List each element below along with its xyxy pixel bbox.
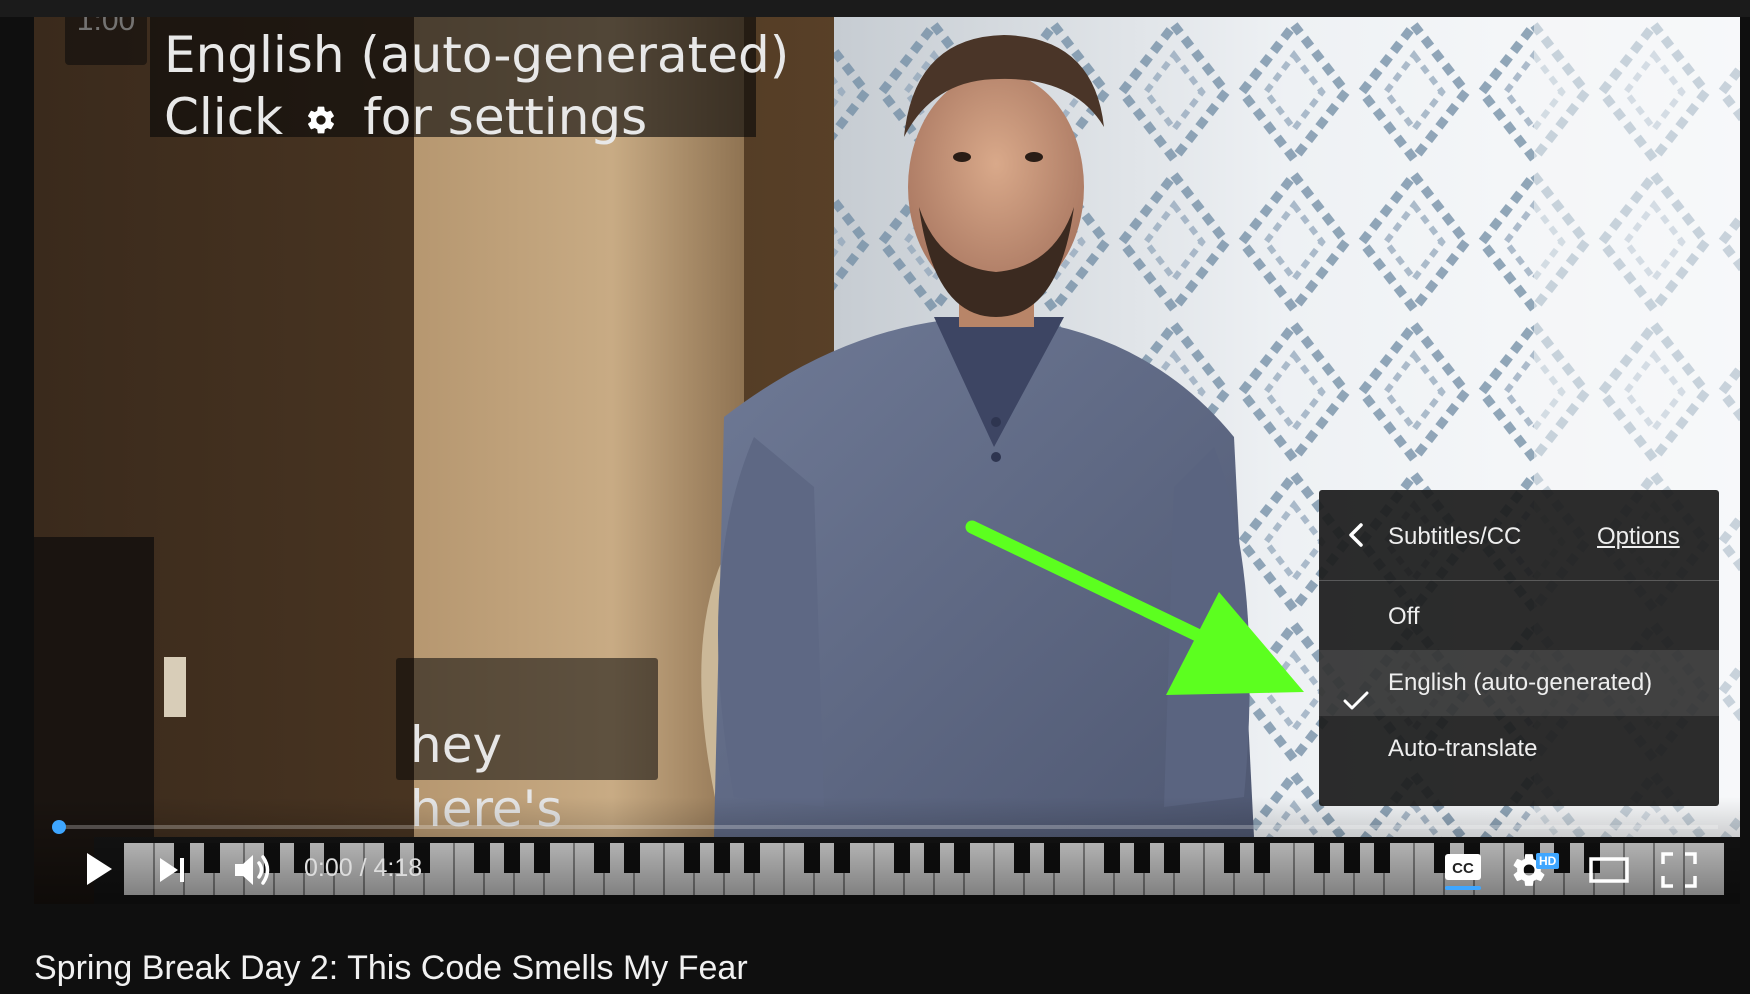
- video-title: Spring Break Day 2: This Code Smells My …: [34, 949, 748, 987]
- caption-hint-prefix: Click: [164, 88, 284, 146]
- time-display: 0:00 / 4:18: [304, 854, 423, 882]
- subtitles-option-english-auto[interactable]: English (auto-generated): [1319, 650, 1719, 716]
- svg-text:CC: CC: [1452, 860, 1474, 877]
- play-icon[interactable]: [78, 847, 118, 891]
- stale-caption: 1:00: [65, 17, 147, 65]
- top-bar: [0, 0, 1750, 17]
- caption-hint-suffix: for settings: [363, 88, 648, 146]
- checkmark-icon: [1343, 672, 1369, 710]
- caption-settings-hint: Click for settings: [164, 87, 647, 147]
- subtitles-option-off[interactable]: Off: [1319, 584, 1719, 650]
- subtitles-option-auto-translate[interactable]: Auto-translate: [1319, 716, 1719, 782]
- subtitles-option-label: Auto-translate: [1388, 735, 1538, 762]
- controls-gradient: [34, 797, 1740, 904]
- theater-mode-icon[interactable]: [1588, 855, 1630, 885]
- subtitles-menu: Subtitles/CC Options Off English (auto-g…: [1319, 490, 1719, 806]
- cc-active-indicator: [1445, 886, 1481, 890]
- subtitles-menu-title: Subtitles/CC: [1388, 523, 1522, 550]
- video-player[interactable]: 1:00 English (auto-generated) Click for s…: [34, 17, 1740, 904]
- caption-track-name: English (auto-generated): [164, 26, 790, 84]
- hd-badge: HD: [1536, 853, 1560, 869]
- live-caption-text: hey here's: [410, 716, 562, 838]
- scrubber-handle[interactable]: [52, 820, 66, 834]
- subtitles-option-label: Off: [1388, 603, 1420, 630]
- stale-caption-time: 1:00: [76, 17, 136, 37]
- volume-icon[interactable]: [232, 851, 276, 889]
- next-icon[interactable]: [156, 855, 190, 885]
- progress-bar[interactable]: [52, 820, 1718, 834]
- gear-icon: [305, 89, 337, 134]
- subtitles-option-label: English (auto-generated): [1388, 669, 1653, 696]
- subtitles-options-link[interactable]: Options: [1597, 522, 1680, 552]
- subtitles-menu-header: Subtitles/CC Options: [1319, 490, 1719, 581]
- fullscreen-icon[interactable]: [1660, 851, 1698, 889]
- cc-icon[interactable]: CC: [1443, 852, 1483, 882]
- annotation-arrow: [965, 520, 1304, 695]
- chevron-left-icon[interactable]: [1343, 520, 1371, 550]
